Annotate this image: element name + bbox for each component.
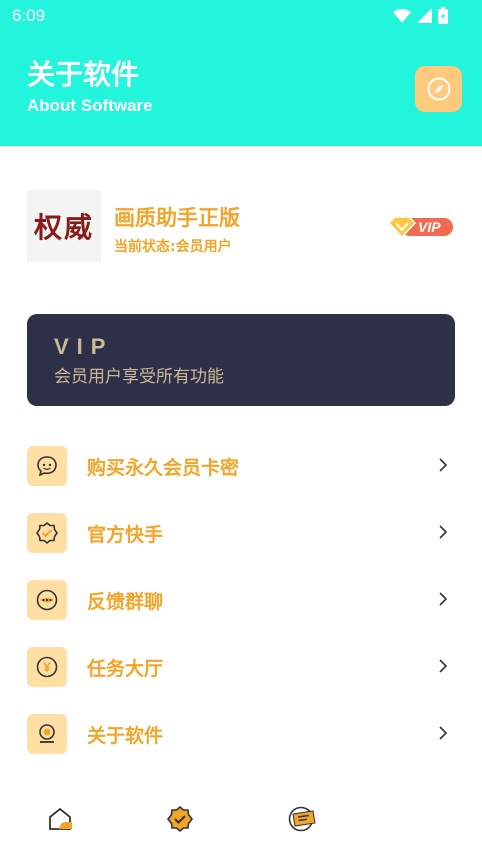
- menu-item-official-kuaishou[interactable]: 官方快手: [27, 513, 455, 555]
- menu-item-feedback-group[interactable]: 反馈群聊: [27, 580, 455, 622]
- menu-label: 关于软件: [87, 725, 164, 747]
- menu-item-about-software[interactable]: 关于软件: [27, 714, 455, 756]
- wifi-icon: [393, 8, 411, 23]
- avatar-text: 权威: [33, 211, 94, 244]
- menu-label: 反馈群聊: [87, 591, 164, 613]
- battery-icon: [438, 7, 448, 24]
- chevron-right-icon: [439, 525, 447, 539]
- menu-label: 购买永久会员卡密: [87, 457, 240, 479]
- menu-item-buy-membership[interactable]: 购买永久会员卡密: [27, 446, 455, 488]
- signal-icon: [417, 8, 432, 23]
- message-dots-icon: [36, 589, 58, 611]
- nav-verified[interactable]: [165, 804, 195, 834]
- app-name: 画质助手正版: [114, 206, 240, 230]
- compass-icon: [427, 77, 450, 101]
- menu-label: 任务大厅: [87, 658, 164, 680]
- bottom-nav: [0, 800, 482, 850]
- page-subtitle: About Software: [27, 96, 153, 115]
- chat-face-icon: [37, 456, 57, 477]
- menu-icon-box: [27, 714, 67, 754]
- chevron-right-icon: [439, 659, 447, 673]
- nav-home[interactable]: [45, 804, 75, 834]
- menu-label: 官方快手: [87, 524, 164, 546]
- badge-check-icon: [166, 805, 194, 833]
- status-time: 6:09: [12, 6, 46, 25]
- menu-icon-box: [27, 513, 67, 553]
- user-info-icon: [39, 724, 55, 743]
- chevron-right-icon: [439, 458, 447, 472]
- chevron-right-icon: [439, 726, 447, 740]
- yuan-coin-icon: [36, 656, 58, 678]
- status-bar: 6:09: [0, 0, 482, 32]
- avatar: 权威: [27, 190, 101, 262]
- menu-item-task-hall[interactable]: 任务大厅: [27, 647, 455, 689]
- header: 6:09 关于软件 About Software: [0, 0, 482, 146]
- vip-badge-text: VIP: [418, 219, 441, 235]
- nav-about[interactable]: [287, 804, 317, 834]
- menu-icon-box: [27, 580, 67, 620]
- status-icons: [393, 7, 448, 24]
- profile-section: 权威 画质助手正版 当前状态:会员用户 VIP: [27, 190, 455, 264]
- chevron-right-icon: [439, 592, 447, 606]
- vip-card: VIP 会员用户享受所有功能: [27, 314, 455, 406]
- vip-card-description: 会员用户享受所有功能: [54, 367, 224, 387]
- vip-card-title: VIP: [54, 334, 114, 359]
- menu-icon-box: [27, 446, 67, 486]
- membership-status: 当前状态:会员用户: [114, 239, 232, 255]
- home-icon: [49, 807, 72, 830]
- menu-icon-box: [27, 647, 67, 687]
- about-icon: [288, 806, 316, 832]
- verified-badge-icon: [36, 521, 58, 545]
- page-title: 关于软件: [27, 58, 140, 91]
- compass-button[interactable]: [415, 66, 462, 112]
- vip-badge: VIP: [387, 216, 453, 239]
